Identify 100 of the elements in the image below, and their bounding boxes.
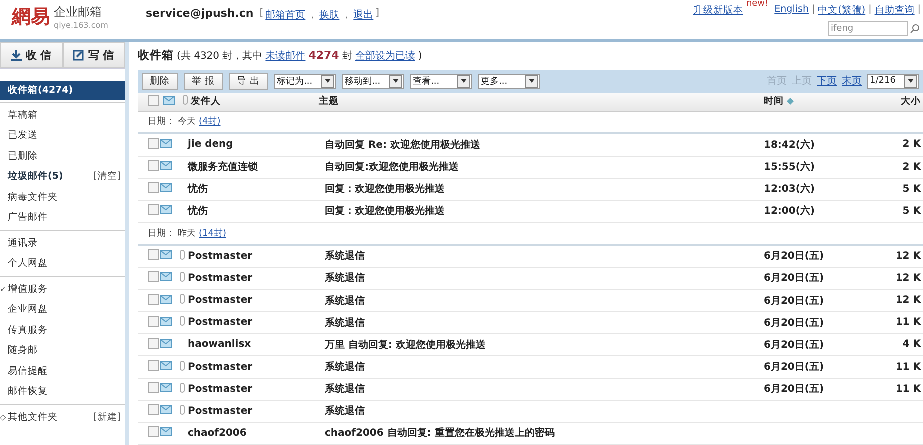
pager-link[interactable]: 末页 <box>842 74 862 88</box>
message-row[interactable]: 忧伤 回复：欢迎您使用极光推送 12:00(六) 5 K <box>138 200 923 223</box>
sort-arrow-icon[interactable] <box>787 98 794 106</box>
folder-item[interactable]: 已发送 <box>0 126 125 146</box>
column-header[interactable]: 发件人 <box>188 95 316 108</box>
subject-cell[interactable]: 回复：欢迎您使用极光推送 <box>316 182 761 196</box>
subject-cell[interactable]: 回复：欢迎您使用极光推送 <box>316 204 761 218</box>
top-link[interactable]: English <box>774 4 809 15</box>
checkbox[interactable] <box>148 382 159 394</box>
subject-cell[interactable]: 系统退信 <box>316 360 761 374</box>
folder-action-link[interactable]: [清空] <box>94 170 121 184</box>
folder-item[interactable]: 个人网盘 <box>0 254 125 274</box>
caret-icon[interactable] <box>525 74 538 88</box>
search-field[interactable]: ifeng <box>828 21 908 36</box>
account-link[interactable]: 邮箱首页 <box>266 8 306 22</box>
checkbox[interactable] <box>148 182 159 194</box>
folder-item[interactable]: 广告邮件 <box>0 208 125 228</box>
search-icon[interactable] <box>910 24 920 34</box>
subject-cell[interactable]: 自动回复:欢迎您使用极光推送 <box>316 160 761 174</box>
toolbar-button[interactable]: 删除 <box>142 72 178 90</box>
sender-cell[interactable]: Postmaster <box>188 250 316 262</box>
checkbox[interactable] <box>148 249 159 260</box>
folder-item[interactable]: 传真服务 <box>0 320 125 340</box>
checkbox[interactable] <box>148 94 159 106</box>
sender-cell[interactable]: Postmaster <box>188 317 316 328</box>
sender-cell[interactable]: haowanlisx <box>188 339 316 350</box>
checkbox[interactable] <box>148 160 159 172</box>
subject-cell[interactable]: 万里 自动回复: 欢迎您使用极光推送 <box>316 338 761 352</box>
mark-all-read-link[interactable]: 全部设为已读 <box>355 49 416 63</box>
message-row[interactable]: 忧伤 回复：欢迎您使用极光推送 12:03(六) 5 K <box>138 178 923 201</box>
message-row[interactable]: Postmaster 系统退信 6月20日(五) 12 K <box>138 246 923 268</box>
sender-cell[interactable]: Postmaster <box>188 384 316 395</box>
marker-text[interactable]: ◇ <box>0 412 6 422</box>
sidebar-action-button[interactable]: 写 信 <box>62 42 125 68</box>
dropdown[interactable]: 标记为... <box>274 74 336 89</box>
pager-link[interactable]: 下页 <box>817 74 837 88</box>
subject-cell[interactable]: 系统退信 <box>316 404 761 418</box>
folder-item[interactable]: 通讯录 <box>0 233 125 254</box>
subject-cell[interactable]: chaof2006 自动回复: 重置您在极光推送上的密码 <box>316 426 761 440</box>
folder-item[interactable]: ◇ 其他文件夹 [新建] <box>0 407 125 428</box>
dropdown[interactable]: 移动到... <box>342 74 404 89</box>
sender-cell[interactable]: Postmaster <box>188 362 316 373</box>
sender-cell[interactable]: 忧伤 <box>188 204 316 218</box>
column-header[interactable]: 主题 <box>316 95 761 108</box>
checkbox[interactable] <box>148 316 159 327</box>
checkbox[interactable] <box>148 204 159 216</box>
upgrade-link[interactable]: 升级新版本 <box>693 4 744 17</box>
caret-icon[interactable] <box>904 74 917 88</box>
subject-cell[interactable]: 系统退信 <box>316 316 761 330</box>
message-row[interactable]: haowanlisx 万里 自动回复: 欢迎您使用极光推送 6月20日(五) 4 K <box>138 334 923 356</box>
sender-cell[interactable]: Postmaster <box>188 295 316 306</box>
subject-cell[interactable]: 系统退信 <box>316 271 761 286</box>
folder-item[interactable]: 易信提醒 <box>0 361 125 382</box>
message-row[interactable]: Postmaster 系统退信 6月20日(五) 11 K <box>138 356 923 379</box>
sender-cell[interactable]: 微服务充值连锁 <box>188 160 316 174</box>
folder-item[interactable]: 已删除 <box>0 146 125 166</box>
checkbox[interactable] <box>148 426 159 438</box>
checkbox[interactable] <box>148 271 159 282</box>
page-dropdown[interactable]: 1/216 <box>867 74 919 89</box>
message-row[interactable]: Postmaster 系统退信 6月20日(五) 12 K <box>138 290 923 312</box>
caret-icon[interactable] <box>389 74 402 88</box>
checkbox[interactable] <box>148 138 159 149</box>
account-link[interactable]: 退出 <box>354 8 374 22</box>
folder-item[interactable]: ✓增值服务 <box>0 279 125 300</box>
folder-item[interactable]: 草稿箱 <box>0 105 125 126</box>
column-header[interactable]: 大小 <box>847 95 923 108</box>
folder-item[interactable]: 企业网盘 <box>0 300 125 320</box>
folder-item[interactable]: 收件箱(4274) <box>0 81 125 100</box>
toolbar-button[interactable]: 导 出 <box>229 72 268 90</box>
subject-cell[interactable]: 自动回复 Re: 欢迎您使用极光推送 <box>316 138 761 152</box>
column-header[interactable]: 时间 <box>764 95 784 108</box>
sender-cell[interactable]: jie deng <box>188 139 316 150</box>
subject-cell[interactable]: 系统退信 <box>316 294 761 308</box>
message-row[interactable]: Postmaster 系统退信 6月20日(五) 11 K <box>138 312 923 334</box>
message-row[interactable]: jie deng 自动回复 Re: 欢迎您使用极光推送 18:42(六) 2 K <box>138 134 923 156</box>
unread-link[interactable]: 未读邮件 <box>266 49 306 63</box>
message-row[interactable]: chaof2006 chaof2006 自动回复: 重置您在极光推送上的密码 <box>138 422 923 445</box>
account-link[interactable]: 换肤 <box>320 8 340 22</box>
sender-cell[interactable]: chaof2006 <box>188 428 316 439</box>
subject-cell[interactable]: 系统退信 <box>316 382 761 396</box>
folder-action-link[interactable]: [新建] <box>94 410 121 424</box>
subject-cell[interactable]: 系统退信 <box>316 249 761 264</box>
dropdown[interactable]: 更多... <box>478 74 540 89</box>
dropdown[interactable]: 查看... <box>410 74 472 89</box>
top-link[interactable]: 中文(繁體) <box>818 4 866 17</box>
date-count-link[interactable]: (14封) <box>199 226 226 240</box>
folder-item[interactable]: 病毒文件夹 <box>0 187 125 208</box>
date-count-link[interactable]: (4封) <box>199 115 221 128</box>
caret-icon[interactable] <box>457 74 470 88</box>
checkbox[interactable] <box>148 404 159 416</box>
checkbox[interactable] <box>148 360 159 372</box>
toolbar-button[interactable]: 举 报 <box>184 72 224 90</box>
marker-text[interactable]: ✓ <box>0 284 7 294</box>
sender-cell[interactable]: Postmaster <box>188 272 316 284</box>
message-row[interactable]: 微服务充值连锁 自动回复:欢迎您使用极光推送 15:55(六) 2 K <box>138 156 923 179</box>
message-row[interactable]: Postmaster 系统退信 6月20日(五) 11 K <box>138 378 923 401</box>
sidebar-action-button[interactable]: 收 信 <box>0 42 62 68</box>
checkbox[interactable] <box>148 294 159 305</box>
folder-item[interactable]: 随身邮 <box>0 340 125 361</box>
sender-cell[interactable]: 忧伤 <box>188 182 316 196</box>
